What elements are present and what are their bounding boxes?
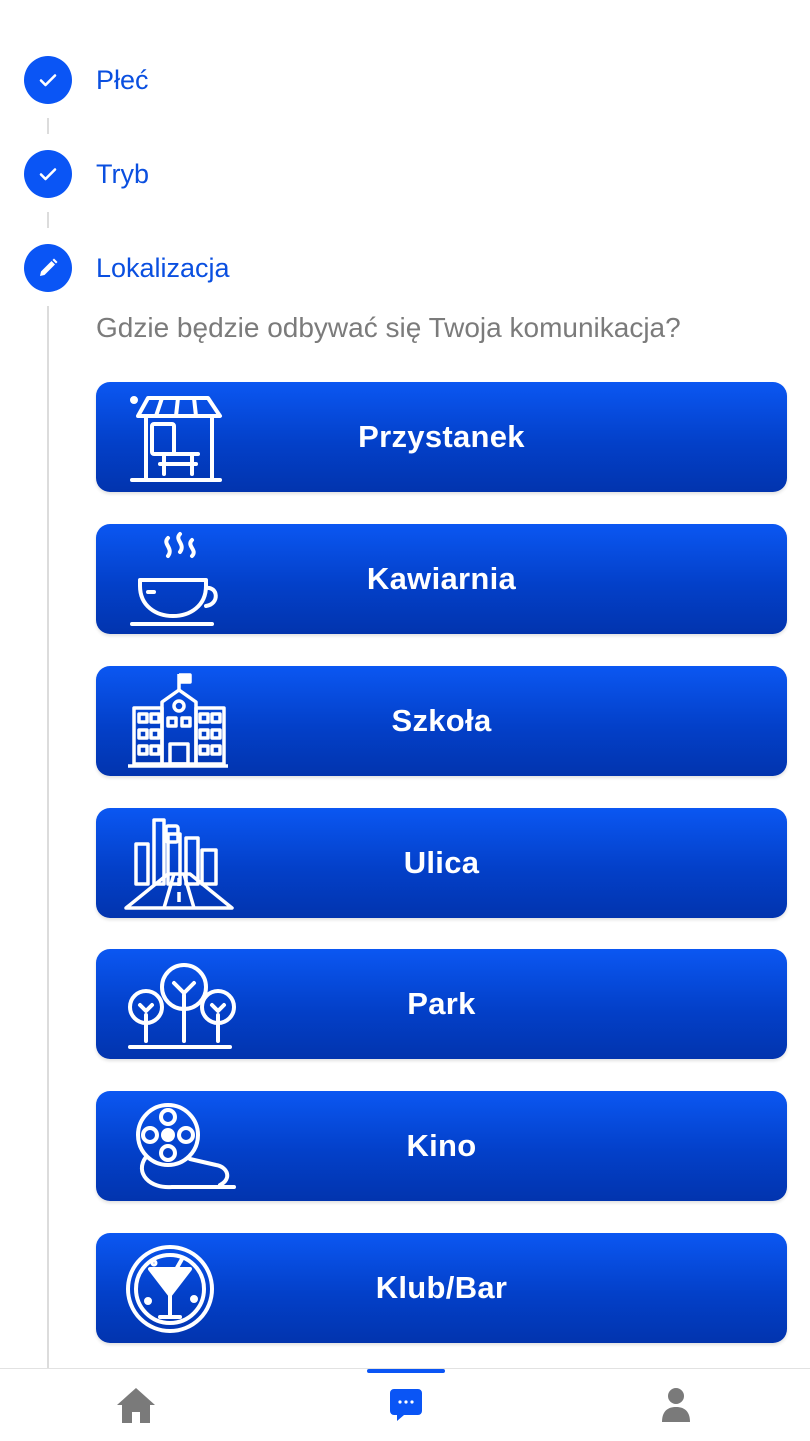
bottom-navigation — [0, 1368, 810, 1441]
option-label: Kino — [406, 1128, 477, 1163]
option-park[interactable]: Park — [96, 949, 787, 1059]
option-szkola[interactable]: Szkoła — [96, 666, 787, 776]
user-icon — [662, 1388, 690, 1422]
step-done-circle — [24, 56, 72, 104]
step-plec[interactable]: Płeć — [24, 56, 149, 104]
chat-bubble-icon — [390, 1389, 422, 1421]
option-label: Klub/Bar — [375, 1270, 508, 1305]
nav-home[interactable] — [96, 1369, 176, 1441]
step-connector — [47, 118, 49, 134]
option-label: Przystanek — [358, 419, 525, 454]
question-text: Gdzie będzie odbywać się Twoja komunikac… — [96, 312, 681, 343]
step-current-circle — [24, 244, 72, 292]
step-label: Płeć — [96, 64, 149, 95]
nav-profile[interactable] — [636, 1369, 716, 1441]
step-tryb[interactable]: Tryb — [24, 150, 149, 198]
step-connector — [47, 212, 49, 228]
step-lokalizacja[interactable]: Lokalizacja — [24, 244, 230, 292]
step-label: Tryb — [96, 158, 149, 189]
option-label: Szkoła — [391, 703, 492, 738]
option-przystanek[interactable]: Przystanek — [96, 382, 787, 492]
option-klub-bar[interactable]: Klub/Bar — [96, 1233, 787, 1343]
home-icon — [117, 1388, 155, 1423]
check-icon — [39, 168, 57, 181]
option-label: Ulica — [403, 845, 480, 880]
option-label: Kawiarnia — [366, 561, 517, 596]
check-icon — [39, 74, 57, 87]
step-connector-long — [47, 306, 49, 1368]
option-ulica[interactable]: Ulica — [96, 808, 787, 918]
step-label: Lokalizacja — [96, 252, 230, 283]
option-label: Park — [407, 986, 476, 1021]
pencil-icon — [40, 258, 58, 276]
step-done-circle — [24, 150, 72, 198]
option-kino[interactable]: Kino — [96, 1091, 787, 1201]
option-kawiarnia[interactable]: Kawiarnia — [96, 524, 787, 634]
nav-chat[interactable] — [366, 1369, 446, 1441]
